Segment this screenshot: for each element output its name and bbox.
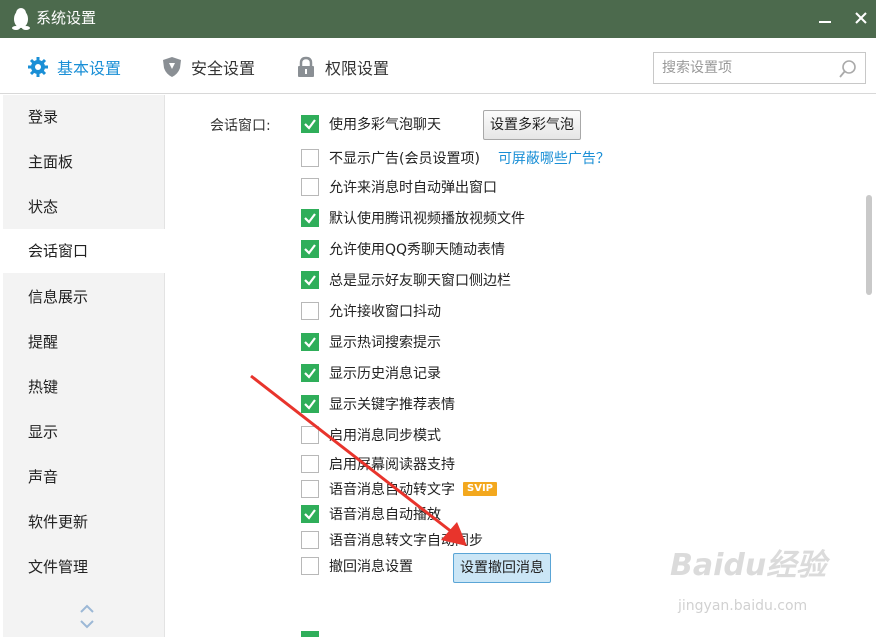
tab-label: 基本设置 [57,59,122,78]
window-title: 系统设置 [36,9,97,27]
sidebar-item-sound[interactable]: 声音 [3,457,165,497]
sidebar-item-status[interactable]: 状态 [3,187,165,227]
ads-help-link[interactable]: 可屏蔽哪些广告？ [498,148,610,168]
sidebar-item-reminder[interactable]: 提醒 [3,322,165,362]
checkbox-partial[interactable] [301,631,319,637]
settings-sidebar: 登录 主面板 状态 会话窗口 信息展示 提醒 热键 显示 声音 软件更新 文件管… [3,95,165,637]
title-bar: 系统设置 [0,0,876,38]
lock-icon [298,56,314,77]
sidebar-item-login[interactable]: 登录 [3,97,165,137]
sidebar-item-file-management[interactable]: 文件管理 [3,547,165,587]
option-label: 允许接收窗口抖动 [329,304,441,320]
sidebar-item-chat-window[interactable]: 会话窗口 [3,229,165,273]
option-label: 允许使用QQ秀聊天随动表情 [329,242,506,258]
search-input[interactable] [662,57,832,79]
sidebar-item-display[interactable]: 显示 [3,412,165,452]
set-recall-message-button[interactable]: 设置撤回消息 [453,553,551,583]
option-label: 总是显示好友聊天窗口侧边栏 [329,273,511,289]
minimize-icon [819,21,831,23]
annotation-arrow-icon [250,374,467,546]
check-icon [304,244,316,255]
sidebar-item-hotkey[interactable]: 热键 [3,367,165,407]
chevron-down-icon[interactable] [79,619,95,631]
check-icon [304,337,316,348]
checkbox[interactable] [301,333,319,351]
section-label: 会话窗口: [210,118,271,134]
set-colorful-bubble-button[interactable]: 设置多彩气泡 [483,110,581,140]
sidebar-item-main-panel[interactable]: 主面板 [3,142,165,182]
sidebar-item-software-update[interactable]: 软件更新 [3,502,165,542]
option-colorful-bubble[interactable]: 使用多彩气泡聊天 [301,112,441,136]
minimize-button[interactable] [810,4,840,32]
shield-icon [163,57,181,77]
option-qq-show[interactable]: 允许使用QQ秀聊天随动表情 [301,237,505,261]
watermark: Baidu经验 jingyan.baidu.com [670,540,870,630]
option-label: 显示热词搜索提示 [329,335,441,351]
option-sidebar[interactable]: 总是显示好友聊天窗口侧边栏 [301,268,511,292]
option-hot-words[interactable]: 显示热词搜索提示 [301,330,441,354]
option-label: 使用多彩气泡聊天 [329,117,441,133]
checkbox[interactable] [301,209,319,227]
option-window-shake[interactable]: 允许接收窗口抖动 [301,299,441,323]
close-button[interactable] [846,4,876,32]
option-recall-message[interactable]: 撤回消息设置 [301,554,413,578]
search-icon[interactable] [837,58,859,80]
option-auto-popup[interactable]: 允许来消息时自动弹出窗口 [301,175,497,199]
option-label: 不显示广告(会员设置项) [329,151,480,167]
check-icon [304,119,316,130]
option-label: 默认使用腾讯视频播放视频文件 [329,211,525,227]
option-tencent-video[interactable]: 默认使用腾讯视频播放视频文件 [301,206,525,230]
check-icon [304,213,316,224]
tab-basic-settings[interactable]: 基本设置 [27,52,121,82]
gear-icon [28,57,48,77]
checkbox[interactable] [301,271,319,289]
watermark-url: jingyan.baidu.com [678,598,808,614]
watermark-logo: Baidu经验 [670,548,827,583]
checkbox[interactable] [301,240,319,258]
tab-label: 权限设置 [325,59,390,78]
sidebar-item-info-display[interactable]: 信息展示 [3,277,165,317]
chevron-up-icon[interactable] [79,602,95,614]
checkbox[interactable] [301,302,319,320]
option-hide-ads[interactable]: 不显示广告(会员设置项) 可屏蔽哪些广告？ [301,146,610,170]
checkbox[interactable] [301,557,319,575]
checkbox[interactable] [301,149,319,167]
penguin-icon [12,8,30,30]
option-label: 撤回消息设置 [329,559,413,575]
tab-label: 安全设置 [191,59,256,78]
check-icon [304,275,316,286]
option-label: 允许来消息时自动弹出窗口 [329,180,497,196]
tab-security-settings[interactable]: 安全设置 [161,52,255,82]
checkbox[interactable] [301,115,319,133]
content-scrollbar[interactable] [866,195,872,295]
close-icon [855,12,867,24]
tab-permission-settings[interactable]: 权限设置 [295,52,389,82]
search-box[interactable] [653,52,866,84]
settings-toolbar: 基本设置 安全设置 权限设置 [0,38,876,94]
checkbox[interactable] [301,178,319,196]
